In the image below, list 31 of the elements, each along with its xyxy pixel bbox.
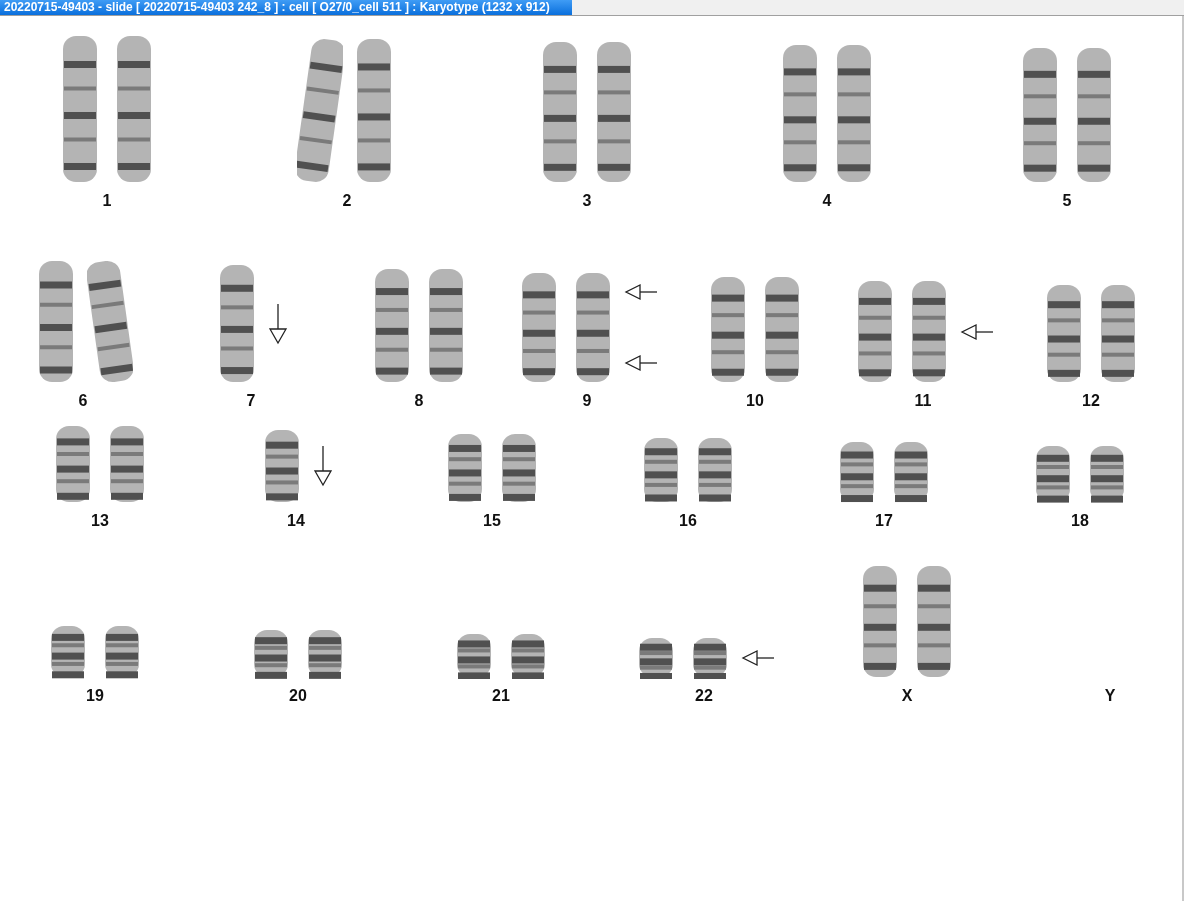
chromosome-label: 15	[483, 512, 501, 530]
chromosome-label: 22	[695, 687, 713, 705]
chromosome-label: 21	[492, 687, 510, 705]
chromosome-label: 7	[246, 392, 256, 410]
arrow-icon	[313, 445, 333, 487]
arrow-icon	[624, 354, 658, 373]
chromosome-label: 13	[91, 512, 109, 530]
arrow-icon	[741, 648, 775, 667]
arrow-icon	[624, 282, 658, 301]
chromosome-label: 12	[1082, 392, 1100, 410]
chromosome-label: 18	[1071, 512, 1089, 530]
chromosome-label: 5	[1062, 192, 1072, 210]
chromosome-label: 19	[86, 687, 104, 705]
chromosome-label: 4	[822, 192, 832, 210]
chromosome-label: 14	[287, 512, 305, 530]
chromosome-label: 8	[414, 392, 424, 410]
chromosome-label: 10	[746, 392, 764, 410]
arrow-icon	[268, 302, 288, 345]
chromosome-label: 20	[289, 687, 307, 705]
chromosome-label: X	[901, 687, 913, 705]
chromosome-label: 1	[102, 192, 112, 210]
chromosome-label: 11	[914, 392, 932, 410]
chromosome-label: 9	[582, 392, 592, 410]
chromosome-label: Y	[1104, 687, 1116, 705]
chromosome-label: 2	[342, 192, 352, 210]
window-title: 20220715-49403 - slide [ 20220715-49403 242_8 ] : cell [ O27/0_cell 511 ] : Karyotype (1232 x 912)	[0, 0, 572, 15]
chromosome-label: 16	[679, 512, 697, 530]
arrow-icon	[960, 322, 994, 341]
chromosome-label: 3	[582, 192, 592, 210]
chromosome-label: 6	[78, 392, 88, 410]
chromosome-label: 17	[875, 512, 893, 530]
